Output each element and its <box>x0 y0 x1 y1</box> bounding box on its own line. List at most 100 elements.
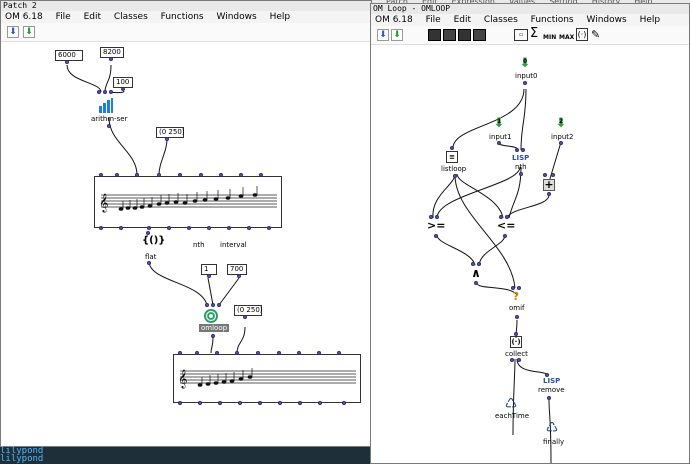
inloop-icon[interactable] <box>458 29 471 41</box>
min-label-icon[interactable]: MIN <box>543 34 556 41</box>
inlet-dot[interactable] <box>135 173 139 177</box>
arrow-down-blue-icon[interactable]: ⬇ <box>377 29 389 41</box>
patch-canvas[interactable]: 6000 8200 100 arithm-ser (0 250) 𝄞 {()} … <box>1 42 371 446</box>
menu-windows[interactable]: Windows <box>587 15 627 25</box>
outlet-dot[interactable] <box>207 226 211 230</box>
menu-functions[interactable]: Functions <box>531 15 574 25</box>
outlet-dot[interactable] <box>198 401 202 405</box>
outlet-dot[interactable] <box>238 401 242 405</box>
lisp-icon[interactable]: LISP <box>543 377 560 385</box>
inlet-dot[interactable] <box>256 351 260 355</box>
inlet-dot[interactable] <box>103 90 107 94</box>
plus-icon[interactable]: + <box>543 179 555 191</box>
arrow-down-blue-icon[interactable]: ⬇ <box>7 26 19 38</box>
outlet-dot[interactable] <box>298 401 302 405</box>
inlet-dot[interactable] <box>157 173 161 177</box>
inlet-dot[interactable] <box>205 303 209 307</box>
outlet-dot[interactable] <box>547 192 551 196</box>
menu-windows[interactable]: Windows <box>217 12 257 22</box>
inlet-dot[interactable] <box>115 173 119 177</box>
inlet-dot[interactable] <box>199 173 203 177</box>
outlet-dot[interactable] <box>267 226 271 230</box>
whileloop-icon[interactable] <box>443 29 456 41</box>
value-box-range1[interactable]: (0 250) <box>156 127 185 138</box>
min-icon[interactable]: ▭ <box>514 29 528 41</box>
menu-help[interactable]: Help <box>270 12 291 22</box>
outlet-dot[interactable] <box>497 141 501 145</box>
inlet-dot[interactable] <box>99 173 103 177</box>
inlet-dot[interactable] <box>515 148 519 152</box>
max-label-icon[interactable]: MAX <box>559 34 574 41</box>
inlet-dot[interactable] <box>178 351 182 355</box>
arrow-down-green-icon[interactable]: ⬇ <box>391 29 403 41</box>
menu-classes[interactable]: Classes <box>484 15 518 25</box>
outlet-dot[interactable] <box>278 401 282 405</box>
outlet-dot[interactable] <box>342 401 346 405</box>
outlet-dot[interactable] <box>227 226 231 230</box>
inlet-dot[interactable] <box>235 351 239 355</box>
question-icon[interactable]: ? <box>510 291 522 303</box>
inlet-dot[interactable] <box>97 90 101 94</box>
outlet-dot[interactable] <box>187 226 191 230</box>
outlet-dot[interactable] <box>211 334 215 338</box>
outlet-dot[interactable] <box>318 401 322 405</box>
sum-icon[interactable]: Σ <box>530 27 538 41</box>
outlet-dot[interactable] <box>510 358 514 362</box>
inlet-dot[interactable] <box>543 173 547 177</box>
inlet-dot[interactable] <box>217 303 221 307</box>
inlet-dot[interactable] <box>211 303 215 307</box>
finally-icon[interactable]: ♺ <box>544 421 560 435</box>
chord-seq-editor[interactable]: 𝄞 <box>94 176 282 228</box>
outlet-dot[interactable] <box>258 401 262 405</box>
outlet-dot[interactable] <box>243 315 247 319</box>
flat-icon[interactable]: {()} <box>142 235 165 247</box>
forloop-icon[interactable] <box>428 29 441 41</box>
less-equal-icon[interactable]: <= <box>497 220 515 232</box>
inlet-dot[interactable] <box>239 173 243 177</box>
eraser-icon[interactable]: ✎ <box>591 29 600 41</box>
inlet-dot[interactable] <box>317 351 321 355</box>
outlet-dot[interactable] <box>109 57 113 61</box>
arrow-down-green-icon[interactable]: ⬇ <box>23 26 35 38</box>
menu-classes[interactable]: Classes <box>114 12 148 22</box>
inlet-dot[interactable] <box>450 146 454 150</box>
inlet-dot[interactable] <box>277 351 281 355</box>
outlet-dot[interactable] <box>474 281 478 285</box>
outlet-dot[interactable] <box>519 172 523 176</box>
outlet-dot[interactable] <box>515 315 519 319</box>
recycle-icon[interactable]: ♺ <box>503 397 519 411</box>
inlet-dot[interactable] <box>297 351 301 355</box>
omloop-icon[interactable] <box>202 308 220 324</box>
outlet-dot[interactable] <box>119 226 123 230</box>
outlet-dot[interactable] <box>99 226 103 230</box>
value-box-6000[interactable]: 6000 <box>55 50 83 61</box>
inlet-dot[interactable] <box>259 173 263 177</box>
inlet-dot[interactable] <box>178 173 182 177</box>
outlet-dot[interactable] <box>165 137 169 141</box>
outlet-dot[interactable] <box>503 234 507 238</box>
outlet-dot[interactable] <box>147 226 151 230</box>
menu-om[interactable]: OM 6.18 <box>5 12 43 22</box>
chord-seq-editor-2[interactable]: 𝄞 <box>173 354 361 403</box>
inlet-dot[interactable] <box>109 90 113 94</box>
outlet-dot[interactable] <box>434 234 438 238</box>
outlet-dot[interactable] <box>121 87 125 91</box>
menu-functions[interactable]: Functions <box>161 12 204 22</box>
outlet-dot[interactable] <box>517 358 521 362</box>
outlet-dot[interactable] <box>453 174 457 178</box>
outlet-dot[interactable] <box>107 124 111 128</box>
outlet-dot[interactable] <box>65 60 69 64</box>
outlet-dot[interactable] <box>218 401 222 405</box>
inlet-dot[interactable] <box>195 351 199 355</box>
menu-edit[interactable]: Edit <box>454 15 471 25</box>
bracket-icon[interactable]: (·) <box>576 28 588 41</box>
inlet-dot[interactable] <box>219 173 223 177</box>
and-icon[interactable]: ∧ <box>470 267 482 279</box>
omloop-canvas[interactable]: ⬇ 0 input0 ⬇ 1 input1 ⬇ 2 input2 ≡ listl… <box>371 45 689 463</box>
menu-om[interactable]: OM 6.18 <box>375 15 413 25</box>
menu-file[interactable]: File <box>56 12 71 22</box>
arithm-ser-icon[interactable] <box>98 98 114 114</box>
greater-equal-icon[interactable]: >= <box>427 220 445 232</box>
inlet-dot[interactable] <box>337 351 341 355</box>
outlet-dot[interactable] <box>523 81 527 85</box>
